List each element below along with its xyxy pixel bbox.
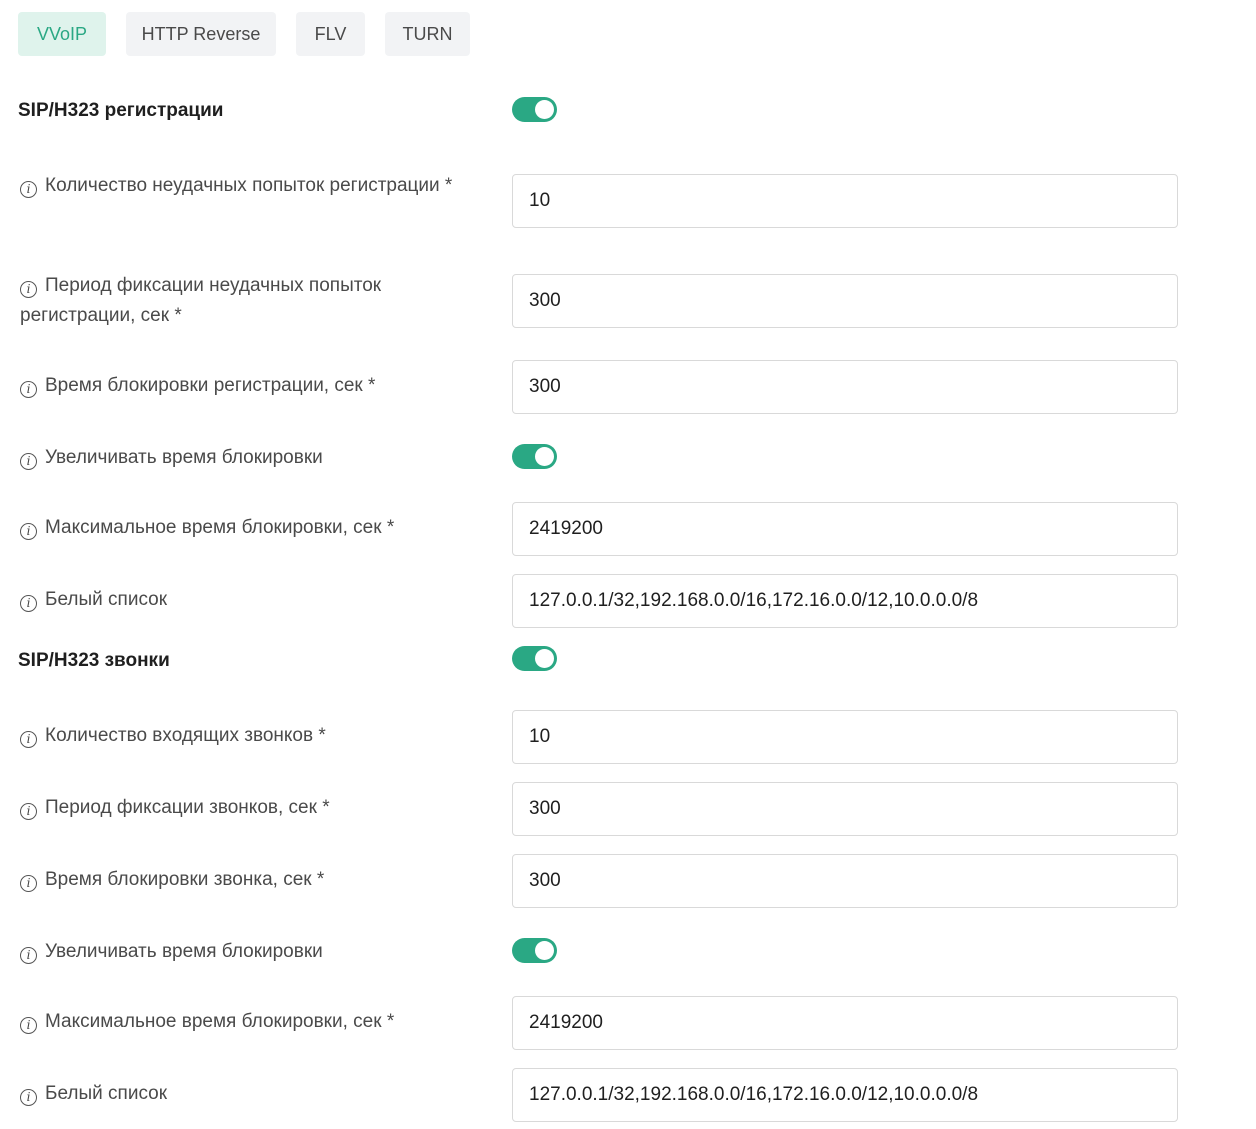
info-icon[interactable]	[20, 947, 37, 964]
tab-flv[interactable]: FLV	[296, 12, 365, 56]
failed-attempts-input[interactable]	[512, 174, 1178, 228]
info-icon[interactable]	[20, 181, 37, 198]
calls-period-input[interactable]	[512, 782, 1178, 836]
registration-section-title: SIP/H323 регистрации	[18, 100, 224, 121]
calls-max-block-time-label: Максимальное время блокировки, сек *	[20, 1007, 460, 1037]
info-icon[interactable]	[20, 281, 37, 298]
tab-vvoip[interactable]: VVoIP	[18, 12, 106, 56]
info-icon[interactable]	[20, 731, 37, 748]
info-icon[interactable]	[20, 1017, 37, 1034]
info-icon[interactable]	[20, 453, 37, 470]
toggle-knob	[535, 447, 554, 466]
attempts-period-label: Период фиксации неудачных попыток регист…	[20, 271, 460, 331]
tab-http-reverse[interactable]: HTTP Reverse	[126, 12, 276, 56]
info-icon[interactable]	[20, 1089, 37, 1106]
info-icon[interactable]	[20, 803, 37, 820]
registration-enabled-toggle[interactable]	[512, 97, 557, 122]
toggle-knob	[535, 100, 554, 119]
calls-section-title: SIP/H323 звонки	[18, 650, 170, 671]
firewall-settings-page: VVoIP HTTP Reverse FLV TURN SIP/H323 рег…	[0, 0, 1256, 1129]
registration-whitelist-label: Белый список	[20, 585, 460, 615]
info-icon[interactable]	[20, 595, 37, 612]
toggle-knob	[535, 649, 554, 668]
calls-enabled-toggle[interactable]	[512, 646, 557, 671]
calls-period-label: Период фиксации звонков, сек *	[20, 793, 460, 823]
toggle-knob	[535, 941, 554, 960]
calls-increase-block-toggle[interactable]	[512, 938, 557, 963]
registration-increase-block-label: Увеличивать время блокировки	[20, 443, 460, 473]
tab-turn[interactable]: TURN	[385, 12, 470, 56]
call-block-time-label: Время блокировки звонка, сек *	[20, 865, 460, 895]
info-icon[interactable]	[20, 875, 37, 892]
calls-max-block-time-input[interactable]	[512, 996, 1178, 1050]
attempts-period-input[interactable]	[512, 274, 1178, 328]
registration-increase-block-toggle[interactable]	[512, 444, 557, 469]
failed-attempts-label: Количество неудачных попыток регистрации…	[20, 171, 460, 201]
incoming-calls-input[interactable]	[512, 710, 1178, 764]
incoming-calls-label: Количество входящих звонков *	[20, 721, 460, 751]
calls-whitelist-input[interactable]	[512, 1068, 1178, 1122]
registration-block-time-input[interactable]	[512, 360, 1178, 414]
info-icon[interactable]	[20, 523, 37, 540]
calls-increase-block-label: Увеличивать время блокировки	[20, 937, 460, 967]
registration-max-block-time-input[interactable]	[512, 502, 1178, 556]
info-icon[interactable]	[20, 381, 37, 398]
calls-whitelist-label: Белый список	[20, 1079, 460, 1109]
registration-block-time-label: Время блокировки регистрации, сек *	[20, 371, 460, 401]
call-block-time-input[interactable]	[512, 854, 1178, 908]
registration-max-block-time-label: Максимальное время блокировки, сек *	[20, 513, 460, 543]
registration-whitelist-input[interactable]	[512, 574, 1178, 628]
